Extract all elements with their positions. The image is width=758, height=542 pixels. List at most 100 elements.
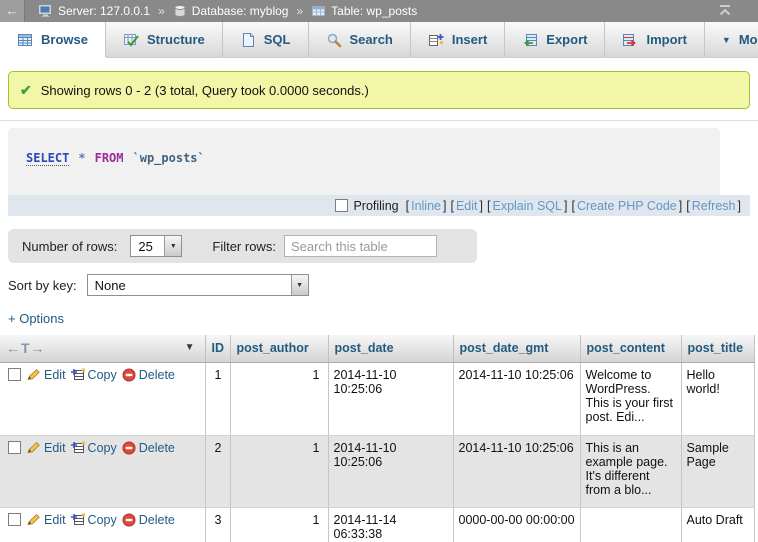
bracket: ] bbox=[480, 199, 483, 213]
back-button[interactable]: ← bbox=[0, 0, 25, 22]
row-actions-cell: Edit Copy Delete bbox=[0, 362, 205, 435]
delete-link[interactable]: Delete bbox=[122, 368, 175, 382]
sort-caret-icon[interactable]: ▼ bbox=[185, 342, 195, 353]
delete-label: Delete bbox=[139, 513, 175, 527]
cell-id: 1 bbox=[205, 362, 230, 435]
cell-post-content: Welcome to WordPress. This is your first… bbox=[580, 362, 681, 435]
rows-per-page-select[interactable]: 25 ▼ bbox=[130, 235, 182, 257]
cell-post-date-gmt: 2014-11-10 10:25:06 bbox=[453, 362, 580, 435]
server-icon bbox=[38, 4, 53, 18]
column-header-post-date-gmt[interactable]: post_date_gmt bbox=[453, 335, 580, 362]
chevron-down-icon: ▼ bbox=[291, 275, 308, 295]
bracket: [ bbox=[571, 199, 574, 213]
sort-by-key-label: Sort by key: bbox=[8, 278, 77, 293]
profiling-checkbox[interactable] bbox=[335, 199, 348, 212]
number-of-rows-label: Number of rows: bbox=[22, 239, 117, 254]
sort-row: Sort by key: None ▼ bbox=[8, 274, 758, 296]
bracket: [ bbox=[406, 199, 409, 213]
column-header-actions[interactable]: ←T→ ▼ bbox=[0, 335, 205, 362]
breadcrumb-separator: » bbox=[296, 4, 303, 18]
column-header-post-date[interactable]: post_date bbox=[328, 335, 453, 362]
tab-search[interactable]: Search bbox=[309, 22, 411, 57]
export-icon bbox=[522, 32, 538, 48]
success-check-icon: ✔ bbox=[20, 82, 32, 99]
cell-post-date-gmt: 0000-00-00 00:00:00 bbox=[453, 507, 580, 542]
table-row: Edit Copy Delete 3 1 2014-11-14 06:33:38… bbox=[0, 507, 754, 542]
table-filter-input[interactable] bbox=[284, 235, 437, 257]
copy-link[interactable]: Copy bbox=[71, 513, 117, 527]
cell-id: 3 bbox=[205, 507, 230, 542]
column-header-post-content[interactable]: post_content bbox=[580, 335, 681, 362]
copy-label: Copy bbox=[88, 368, 117, 382]
sql-keyword-select[interactable]: SELECT bbox=[26, 151, 69, 166]
chevron-down-icon: ▼ bbox=[722, 35, 731, 45]
tab-label: Structure bbox=[147, 32, 205, 47]
tab-browse[interactable]: Browse bbox=[0, 22, 106, 57]
tab-import[interactable]: Import bbox=[605, 22, 704, 57]
edit-link[interactable]: Edit bbox=[26, 513, 66, 527]
copy-icon bbox=[71, 513, 85, 526]
options-toggle-link[interactable]: + Options bbox=[8, 311, 64, 326]
copy-icon bbox=[71, 441, 85, 454]
copy-link[interactable]: Copy bbox=[71, 441, 117, 455]
cell-post-author: 1 bbox=[230, 362, 328, 435]
sort-by-key-select[interactable]: None ▼ bbox=[87, 274, 309, 296]
query-toolbar: Profiling [ Inline ] [ Edit ] [ Explain … bbox=[8, 195, 750, 216]
tab-more[interactable]: ▼ More bbox=[705, 22, 758, 57]
cell-post-content bbox=[580, 507, 681, 542]
results-table: ←T→ ▼ ID post_author post_date post_date… bbox=[0, 335, 755, 542]
edit-query-link[interactable]: Edit bbox=[456, 199, 478, 213]
cell-post-date: 2014-11-10 10:25:06 bbox=[328, 362, 453, 435]
edit-link[interactable]: Edit bbox=[26, 441, 66, 455]
copy-icon bbox=[71, 368, 85, 381]
edit-label: Edit bbox=[44, 368, 66, 382]
sort-by-key-value: None bbox=[88, 278, 133, 293]
cell-post-date: 2014-11-14 06:33:38 bbox=[328, 507, 453, 542]
pencil-icon bbox=[26, 441, 41, 454]
cell-post-title: Hello world! bbox=[681, 362, 754, 435]
row-actions-cell: Edit Copy Delete bbox=[0, 435, 205, 507]
profiling-label: Profiling bbox=[353, 199, 398, 213]
copy-link[interactable]: Copy bbox=[71, 368, 117, 382]
explain-sql-link[interactable]: Explain SQL bbox=[492, 199, 561, 213]
bracket: [ bbox=[450, 199, 453, 213]
create-php-code-link[interactable]: Create PHP Code bbox=[577, 199, 677, 213]
status-message: ✔ Showing rows 0 - 2 (3 total, Query too… bbox=[8, 71, 750, 109]
edit-label: Edit bbox=[44, 513, 66, 527]
tab-sql[interactable]: SQL bbox=[223, 22, 309, 57]
filter-rows-label: Filter rows: bbox=[212, 239, 276, 254]
column-header-post-title[interactable]: post_title bbox=[681, 335, 754, 362]
database-icon bbox=[173, 4, 187, 18]
tab-bar: Browse Structure SQL Search Insert Expor… bbox=[0, 22, 758, 58]
edit-link[interactable]: Edit bbox=[26, 368, 66, 382]
column-header-post-author[interactable]: post_author bbox=[230, 335, 328, 362]
breadcrumb-table[interactable]: Table: wp_posts bbox=[311, 4, 417, 18]
table-header-row: ←T→ ▼ ID post_author post_date post_date… bbox=[0, 335, 754, 362]
cell-post-title: Sample Page bbox=[681, 435, 754, 507]
inline-link[interactable]: Inline bbox=[411, 199, 441, 213]
collapse-navigation-button[interactable] bbox=[718, 4, 732, 19]
row-checkbox[interactable] bbox=[8, 368, 21, 381]
refresh-link[interactable]: Refresh bbox=[692, 199, 736, 213]
tab-structure[interactable]: Structure bbox=[106, 22, 223, 57]
delete-link[interactable]: Delete bbox=[122, 513, 175, 527]
delete-link[interactable]: Delete bbox=[122, 441, 175, 455]
collapse-icon bbox=[718, 4, 732, 19]
move-columns-icon[interactable]: ←T→ bbox=[6, 340, 46, 356]
row-checkbox[interactable] bbox=[8, 513, 21, 526]
bracket: ] bbox=[738, 199, 741, 213]
column-header-id[interactable]: ID bbox=[205, 335, 230, 362]
breadcrumb-server[interactable]: Server: 127.0.0.1 bbox=[38, 4, 150, 18]
breadcrumb-table-label: Table: wp_posts bbox=[331, 4, 417, 18]
row-checkbox[interactable] bbox=[8, 441, 21, 454]
cell-post-date-gmt: 2014-11-10 10:25:06 bbox=[453, 435, 580, 507]
delete-icon bbox=[122, 513, 136, 527]
bracket: [ bbox=[686, 199, 689, 213]
sql-star: * bbox=[78, 151, 85, 165]
row-actions-cell: Edit Copy Delete bbox=[0, 507, 205, 542]
breadcrumb: Server: 127.0.0.1 » Database: myblog » T… bbox=[38, 4, 417, 18]
tab-export[interactable]: Export bbox=[505, 22, 605, 57]
delete-icon bbox=[122, 368, 136, 382]
tab-insert[interactable]: Insert bbox=[411, 22, 505, 57]
breadcrumb-database[interactable]: Database: myblog bbox=[173, 4, 289, 18]
